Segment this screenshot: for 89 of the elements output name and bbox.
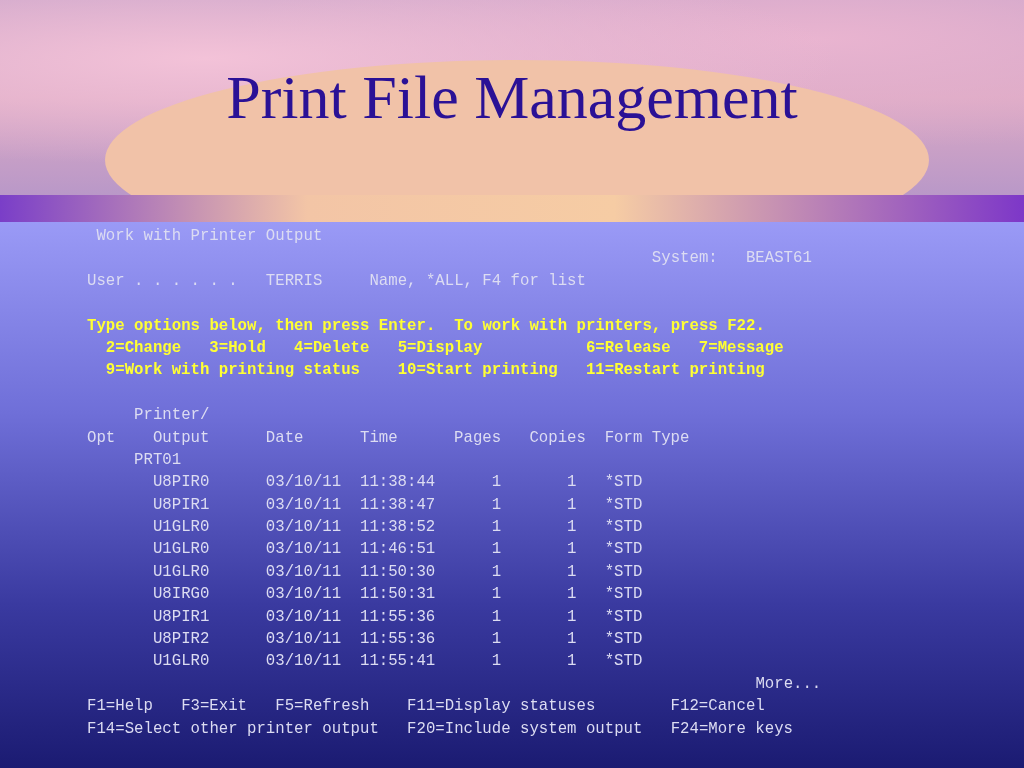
function-key-text: F20=Include system output <box>407 719 643 738</box>
table-cell: 1 <box>567 630 577 649</box>
table-cell: 11:46:51 <box>359 540 436 559</box>
function-key-text: F1=Help <box>87 697 153 716</box>
table-cell: U8PIR1 <box>152 607 210 626</box>
user-hint: Name, *ALL, F4 for list <box>369 271 586 290</box>
option-text: 4=Delete <box>294 338 370 357</box>
table-cell: 11:38:52 <box>359 518 436 537</box>
table-cell: *STD <box>604 540 643 559</box>
function-key-text: F11=Display statuses <box>407 697 596 716</box>
table-cell: 11:50:30 <box>359 562 436 581</box>
table-cell: 1 <box>491 518 502 537</box>
system-label: System: <box>651 249 718 268</box>
function-key-text: F14=Select other printer output <box>87 719 379 738</box>
table-cell: 11:38:47 <box>359 495 436 514</box>
option-text: 2=Change <box>105 338 182 357</box>
column-header: Form Type <box>604 428 690 447</box>
table-cell: 1 <box>567 473 577 492</box>
table-cell: 03/10/11 <box>265 585 342 604</box>
table-cell: 1 <box>567 540 577 559</box>
table-cell: 03/10/11 <box>265 473 342 492</box>
column-header: Copies <box>529 428 586 447</box>
table-cell: 1 <box>491 562 502 581</box>
table-cell: U1GLR0 <box>152 562 210 581</box>
table-cell: 11:55:36 <box>359 607 436 626</box>
table-cell: 03/10/11 <box>265 540 342 559</box>
function-key-text: F12=Cancel <box>670 697 765 716</box>
table-cell: *STD <box>604 607 643 626</box>
option-text: 10=Start printing <box>397 361 558 380</box>
table-cell: *STD <box>604 585 643 604</box>
system-name: BEAST61 <box>745 249 812 268</box>
table-cell: 1 <box>491 607 502 626</box>
table-cell: *STD <box>604 652 643 671</box>
option-text: 6=Release <box>585 338 671 357</box>
table-cell: 1 <box>567 652 577 671</box>
column-header: Output <box>152 428 210 447</box>
table-cell: U1GLR0 <box>152 652 210 671</box>
table-cell: 1 <box>491 540 502 559</box>
table-cell: *STD <box>604 630 643 649</box>
function-key-text: F3=Exit <box>181 697 248 716</box>
table-cell: 03/10/11 <box>265 607 342 626</box>
table-cell: 03/10/11 <box>265 495 342 514</box>
table-cell: U1GLR0 <box>152 518 210 537</box>
instructions-text: Type options below, then press Enter. To work with printers, press F22. <box>87 316 765 335</box>
user-value: TERRIS <box>265 271 323 290</box>
table-cell: 11:55:41 <box>359 652 436 671</box>
table-cell: 1 <box>567 562 577 581</box>
table-cell: U8PIR1 <box>152 495 210 514</box>
table-cell: 1 <box>491 495 502 514</box>
option-text: 3=Hold <box>209 338 266 357</box>
table-cell: 1 <box>491 473 502 492</box>
screen-title: Work with Printer Output <box>96 227 323 245</box>
table-cell: 03/10/11 <box>265 562 342 581</box>
table-cell: 1 <box>491 585 502 604</box>
table-cell: U1GLR0 <box>152 540 210 559</box>
option-text: 11=Restart printing <box>585 361 765 380</box>
function-key-text: F5=Refresh <box>275 697 370 716</box>
column-header: Opt <box>87 428 116 447</box>
table-cell: 03/10/11 <box>265 518 342 537</box>
table-cell: U8PIR0 <box>152 473 210 492</box>
printer-name: PRT01 <box>134 450 182 469</box>
column-header: Pages <box>454 428 502 447</box>
table-cell: 1 <box>491 630 502 649</box>
column-header: Date <box>265 428 304 447</box>
table-cell: *STD <box>604 562 643 581</box>
table-cell: 1 <box>567 495 577 514</box>
table-cell: 11:55:36 <box>359 630 436 649</box>
table-cell: 1 <box>567 518 577 537</box>
table-cell: 03/10/11 <box>265 652 342 671</box>
option-text: 9=Work with printing status <box>105 361 360 380</box>
table-cell: *STD <box>604 473 643 492</box>
slide-title: Print File Management <box>226 62 798 133</box>
table-cell: 11:38:44 <box>359 473 436 492</box>
more-indicator: More... <box>755 674 822 693</box>
table-cell: *STD <box>604 495 643 514</box>
table-cell: 11:50:31 <box>359 585 436 604</box>
table-cell: *STD <box>604 518 643 537</box>
table-cell: U8IRG0 <box>152 585 210 604</box>
user-label: User . . . . . . <box>87 271 238 290</box>
option-text: 5=Display <box>397 338 483 357</box>
table-cell: 1 <box>567 585 577 604</box>
table-cell: 03/10/11 <box>265 630 342 649</box>
table-cell: 1 <box>491 652 502 671</box>
table-cell: U8PIR2 <box>152 630 210 649</box>
column-header: Time <box>359 428 398 447</box>
table-cell: 1 <box>567 607 577 626</box>
option-text: 7=Message <box>698 338 784 357</box>
function-key-text: F24=More keys <box>670 719 794 738</box>
column-header: Printer/ <box>134 406 210 425</box>
